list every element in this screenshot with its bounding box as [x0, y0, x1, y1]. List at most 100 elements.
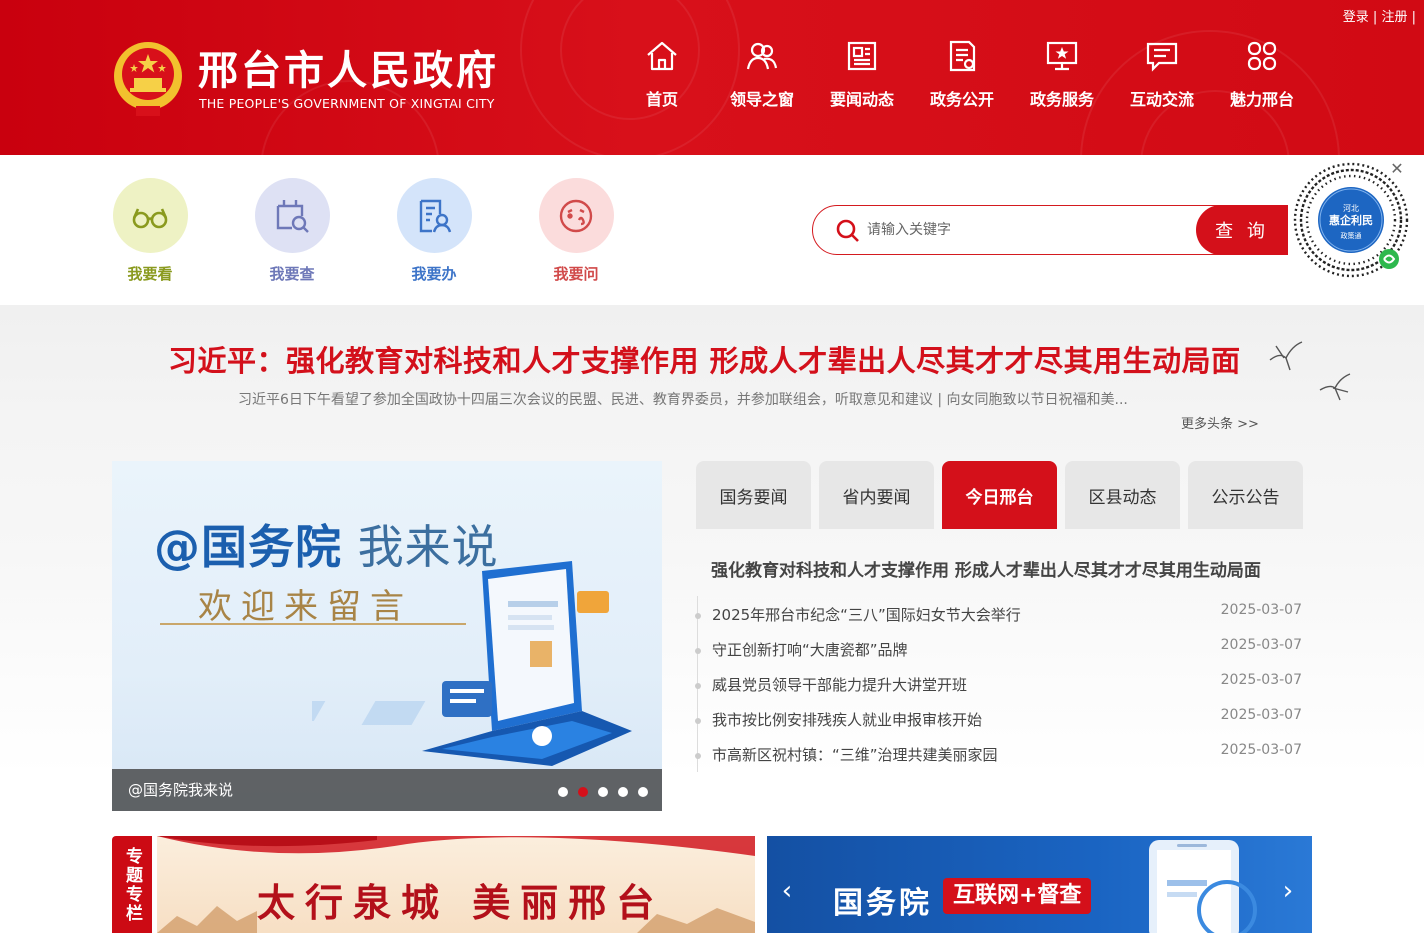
quick-view[interactable]: 我要看: [110, 178, 190, 284]
search-icon: [836, 219, 859, 242]
chevron-right-icon[interactable]: ›: [1278, 876, 1298, 906]
news-title[interactable]: 我市按比例安排残疾人就业申报审核开始: [712, 709, 982, 730]
nav-interaction[interactable]: 互动交流: [1112, 38, 1212, 110]
apply-icon: [419, 199, 452, 232]
search-doc-icon: [276, 199, 309, 233]
glasses-icon: [132, 207, 168, 228]
banner-title: 太行泉城 美丽邢台: [257, 880, 665, 925]
grid-icon: [1247, 41, 1277, 71]
headline-summary[interactable]: 习近平6日下午看望了参加全国政协十四届三次会议的民盟、民进、教育界委员，并参加联…: [238, 389, 1128, 409]
divider: |: [1372, 10, 1378, 25]
news-title[interactable]: 守正创新打响“大唐瓷都”品牌: [712, 639, 908, 660]
topic-banner-inspection[interactable]: 国务院 互联网+督查 ‹ ›: [767, 836, 1312, 933]
quick-label: 我要查: [269, 265, 315, 283]
news-list-item[interactable]: 市高新区祝村镇：“三维”治理共建美丽家园 2025-03-07: [693, 742, 1305, 766]
news-icon: [847, 41, 877, 71]
topic-banner-taihang[interactable]: 太行泉城 美丽邢台: [157, 836, 755, 933]
chevron-left-icon[interactable]: ‹: [777, 876, 797, 906]
close-icon[interactable]: ✕: [1388, 160, 1406, 178]
carousel-pagination: [558, 787, 648, 797]
home-icon: [647, 41, 677, 71]
carousel-dot[interactable]: [558, 787, 568, 797]
search-input[interactable]: [867, 216, 1187, 244]
leaders-icon: [746, 42, 778, 70]
quick-handle[interactable]: 我要办: [394, 178, 474, 284]
tab-announcements[interactable]: 公示公告: [1188, 461, 1303, 529]
qr-text: 政策通: [1341, 231, 1362, 240]
quick-ask[interactable]: 我要问: [536, 178, 616, 284]
main-nav: 首页 领导之窗 要闻动态 政务公开 政务服务 互动交流 魅力邢台: [612, 38, 1312, 110]
news-title[interactable]: 威县党员领导干部能力提升大讲堂开班: [712, 674, 967, 695]
nav-label: 领导之窗: [729, 90, 794, 109]
nav-label: 政务公开: [929, 90, 994, 109]
nav-open-gov[interactable]: 政务公开: [912, 38, 1012, 110]
quick-circle: [112, 178, 188, 253]
divider: |: [1411, 10, 1416, 25]
quick-circle: [254, 178, 330, 253]
more-headlines-link[interactable]: 更多头条 >>: [1181, 413, 1259, 432]
phone-illustration-icon: [1149, 840, 1257, 933]
site-subtitle: THE PEOPLE'S GOVERNMENT OF XINGTAI CITY: [199, 96, 495, 111]
site-title[interactable]: 邢台市人民政府: [198, 38, 499, 96]
tab-today-xingtai[interactable]: 今日邢台: [942, 461, 1057, 529]
banner-badge: 互联网+督查: [943, 878, 1092, 914]
quick-label: 我要办: [411, 265, 457, 283]
news-list-item[interactable]: 威县党员领导干部能力提升大讲堂开班 2025-03-07: [693, 672, 1305, 696]
nav-label: 互动交流: [1129, 90, 1194, 109]
nav-leaders[interactable]: 领导之窗: [712, 38, 812, 110]
tab-province-news[interactable]: 省内要闻: [819, 461, 934, 529]
login-link[interactable]: 登录: [1343, 10, 1369, 25]
nav-label: 首页: [645, 90, 678, 109]
bullet: [695, 683, 701, 689]
tab-state-news[interactable]: 国务要闻: [696, 461, 811, 529]
account-links: 登录 | 注册 |: [1343, 6, 1416, 25]
quick-circle: [538, 178, 614, 253]
news-date: 2025-03-07: [1220, 602, 1302, 618]
nav-label: 政务服务: [1029, 90, 1094, 109]
national-emblem-icon[interactable]: [112, 40, 184, 118]
search-button[interactable]: 查 询: [1196, 205, 1288, 255]
carousel-dot[interactable]: [638, 787, 648, 797]
news-featured-title[interactable]: 强化教育对科技和人才支撑作用 形成人才辈出人尽其才才尽其用生动局面: [711, 556, 1261, 581]
banner-title: 国务院: [833, 886, 932, 921]
register-link[interactable]: 注册: [1381, 10, 1407, 25]
carousel-dot-active[interactable]: [578, 787, 588, 797]
document-icon: [949, 40, 976, 72]
quick-label: 我要问: [553, 265, 599, 283]
news-title[interactable]: 2025年邢台市纪念“三八”国际妇女节大会举行: [712, 604, 1021, 625]
carousel-dot[interactable]: [618, 787, 628, 797]
chat-icon: [1146, 42, 1178, 72]
service-icon: [1046, 41, 1078, 71]
nav-news[interactable]: 要闻动态: [812, 38, 912, 110]
nav-charm-xingtai[interactable]: 魅力邢台: [1212, 38, 1312, 110]
special-topics-tag[interactable]: 专题专栏: [112, 836, 152, 933]
site-header: 登录 | 注册 | 邢台市人民政府 THE PEOPLE'S GOVERNMEN…: [0, 0, 1424, 155]
headline-title[interactable]: 习近平：强化教育对科技和人才支撑作用 形成人才辈出人尽其才才尽其用生动局面: [168, 338, 1241, 380]
crane-decoration-icon: [1319, 373, 1351, 401]
nav-label: 魅力邢台: [1229, 90, 1294, 109]
nav-gov-service[interactable]: 政务服务: [1012, 38, 1112, 110]
carousel-dot[interactable]: [598, 787, 608, 797]
quick-query[interactable]: 我要查: [252, 178, 332, 284]
search-box: 查 询: [812, 205, 1288, 255]
bullet: [695, 718, 701, 724]
news-title[interactable]: 市高新区祝村镇：“三维”治理共建美丽家园: [712, 744, 998, 765]
crane-decoration-icon: [1269, 341, 1303, 371]
quick-label: 我要看: [127, 265, 173, 283]
bullet: [695, 753, 701, 759]
news-date: 2025-03-07: [1220, 707, 1302, 723]
tab-county-news[interactable]: 区县动态: [1065, 461, 1180, 529]
news-date: 2025-03-07: [1220, 742, 1302, 758]
image-carousel[interactable]: @国务院 我来说 欢迎来留言 @国务院我来说: [112, 461, 662, 811]
news-date: 2025-03-07: [1220, 672, 1302, 688]
bullet: [695, 613, 701, 619]
ask-icon: [559, 199, 593, 232]
quick-circle: [396, 178, 472, 253]
news-list-item[interactable]: 我市按比例安排残疾人就业申报审核开始 2025-03-07: [693, 707, 1305, 731]
qr-text: 河北: [1343, 203, 1359, 213]
bullet: [695, 648, 701, 654]
news-list-item[interactable]: 守正创新打响“大唐瓷都”品牌 2025-03-07: [693, 637, 1305, 661]
nav-label: 要闻动态: [829, 90, 894, 109]
nav-home[interactable]: 首页: [612, 38, 712, 110]
news-list-item[interactable]: 2025年邢台市纪念“三八”国际妇女节大会举行 2025-03-07: [693, 602, 1305, 626]
